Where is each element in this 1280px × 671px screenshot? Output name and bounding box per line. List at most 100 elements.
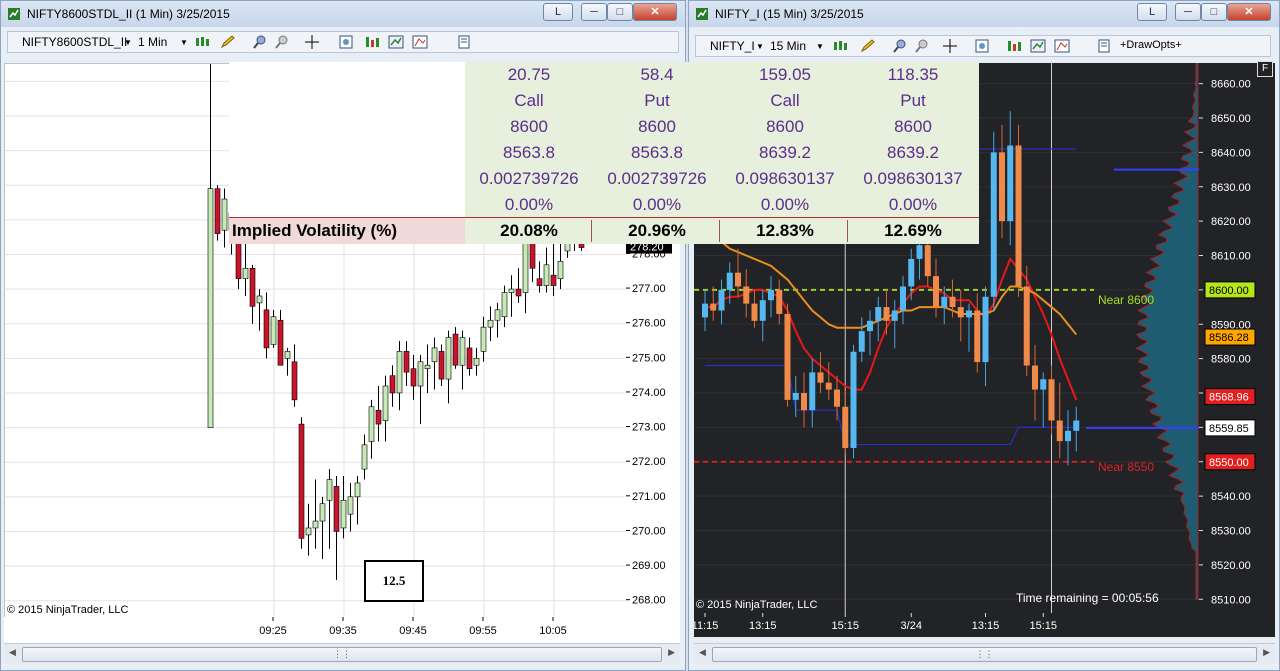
pencil-icon[interactable] xyxy=(860,39,876,53)
y-tick-label: 275.00 xyxy=(632,352,666,364)
iv-value: 20.08% xyxy=(500,221,558,240)
zoom-out-icon[interactable] xyxy=(914,39,930,53)
chevron-down-icon[interactable]: ▼ xyxy=(124,38,132,47)
zoom-in-icon[interactable] xyxy=(892,39,908,53)
left-title-bar[interactable]: NIFTY8600STDL_II (1 Min) 3/25/2015 L ─ □… xyxy=(1,1,685,27)
strategies-icon[interactable] xyxy=(388,35,404,49)
y-tick-label: 8530.00 xyxy=(1211,526,1251,538)
chevron-down-icon[interactable]: ▼ xyxy=(756,42,764,51)
x-tick-label: 13:15 xyxy=(749,620,777,632)
close-button[interactable]: ✕ xyxy=(633,3,677,21)
iv-row-label: Implied Volatility (%) xyxy=(229,218,465,244)
crosshair-icon[interactable] xyxy=(942,39,958,53)
link-button[interactable]: L xyxy=(543,3,573,21)
y-tick-label: 268.00 xyxy=(632,595,666,607)
right-horizontal-scrollbar[interactable]: ◀ ⋮⋮ ▶ xyxy=(694,643,1275,664)
zoom-out-icon[interactable] xyxy=(274,35,290,49)
interval-selector[interactable]: 15 Min xyxy=(770,39,806,53)
indicators-icon[interactable] xyxy=(364,35,380,49)
candle-body xyxy=(494,309,501,321)
instrument-selector[interactable]: NIFTY_I xyxy=(710,39,755,53)
scroll-right-icon[interactable]: ▶ xyxy=(1263,647,1270,658)
candle-body xyxy=(867,320,873,332)
candle-body xyxy=(508,288,515,293)
instrument-selector[interactable]: NIFTY8600STDL_II xyxy=(22,35,127,49)
candle-body xyxy=(536,278,543,286)
candle-body xyxy=(834,389,840,407)
chart-corner-badge[interactable]: F xyxy=(1257,61,1273,77)
maximize-button[interactable]: □ xyxy=(607,3,633,21)
candle-body xyxy=(801,393,807,411)
right-y-axis: 8510.008520.008530.008540.008550.008560.… xyxy=(1199,79,1256,606)
maximize-button[interactable]: □ xyxy=(1201,3,1227,21)
minimize-button[interactable]: ─ xyxy=(581,3,607,21)
y-tick-label: 271.00 xyxy=(632,491,666,503)
candle-body xyxy=(501,292,508,318)
candle-body xyxy=(445,337,452,380)
draw-options-button[interactable]: +DrawOpts+ xyxy=(1120,39,1182,51)
option-param-cell: 0.098630137 xyxy=(735,169,835,188)
candle-body xyxy=(759,300,766,321)
candle-body xyxy=(1048,379,1055,421)
indicators-icon[interactable] xyxy=(1006,39,1022,53)
scroll-thumb[interactable]: ⋮⋮ xyxy=(712,647,1257,662)
chart-style-icon[interactable] xyxy=(412,35,428,49)
chevron-down-icon[interactable]: ▼ xyxy=(180,38,188,47)
pencil-icon[interactable] xyxy=(220,35,236,49)
data-box-icon[interactable] xyxy=(456,35,472,49)
candle-body xyxy=(312,520,319,529)
option-param-cell: 118.35 xyxy=(887,65,939,84)
candle-body xyxy=(326,479,333,501)
scroll-left-icon[interactable]: ◀ xyxy=(699,647,706,658)
y-tick-label: 276.00 xyxy=(632,318,666,330)
data-box-icon[interactable] xyxy=(1096,39,1112,53)
scroll-left-icon[interactable]: ◀ xyxy=(9,647,16,658)
y-tick-label: 8520.00 xyxy=(1211,560,1251,572)
candle-body xyxy=(354,482,361,498)
right-time-axis[interactable]: 11:15 13:15 15:15 3/24 13:15 15:15 xyxy=(692,613,1275,637)
candle-body xyxy=(214,188,221,234)
candle-body xyxy=(361,444,368,470)
link-button[interactable]: L xyxy=(1137,3,1167,21)
bar-type-icon[interactable] xyxy=(194,35,210,49)
zoom-in-icon[interactable] xyxy=(252,35,268,49)
candle-body xyxy=(735,272,741,287)
right-price-axis[interactable]: 8510.008520.008530.008540.008550.008560.… xyxy=(1199,61,1275,613)
candle-body xyxy=(1040,379,1047,390)
candle-body xyxy=(382,385,389,421)
option-param-cell: 8600 xyxy=(638,117,676,136)
candle-body xyxy=(242,267,249,279)
option-param-cell: 8600 xyxy=(766,117,804,136)
near-lower-label: Near 8550 xyxy=(1098,460,1155,474)
left-time-axis[interactable]: 09:25 09:35 09:45 09:55 10:05 xyxy=(4,617,680,643)
candle-body xyxy=(375,409,382,425)
scroll-thumb[interactable]: ⋮⋮ xyxy=(22,647,662,662)
candle-body xyxy=(1065,430,1071,442)
price-tag-label: 8586.28 xyxy=(1209,332,1249,344)
candle-body xyxy=(319,503,326,522)
strategies-icon[interactable] xyxy=(1030,39,1046,53)
minimize-button[interactable]: ─ xyxy=(1175,3,1201,21)
candle-body xyxy=(817,372,824,383)
candle-body xyxy=(487,319,494,328)
right-window-title: NIFTY_I (15 Min) 3/25/2015 xyxy=(715,7,864,21)
x-tick-label: 09:35 xyxy=(329,625,357,637)
candle-body xyxy=(990,152,997,297)
bar-type-icon[interactable] xyxy=(832,39,848,53)
crosshair-icon[interactable] xyxy=(304,35,320,49)
candle-body xyxy=(776,289,783,314)
left-horizontal-scrollbar[interactable]: ◀ ⋮⋮ ▶ xyxy=(4,643,680,664)
right-title-bar[interactable]: NIFTY_I (15 Min) 3/25/2015 L ─ □ ✕ xyxy=(689,1,1279,27)
chevron-down-icon[interactable]: ▼ xyxy=(816,42,824,51)
option-param-cell: 8563.8 xyxy=(503,143,555,162)
chart-properties-icon[interactable] xyxy=(974,39,990,53)
chart-style-icon[interactable] xyxy=(1054,39,1070,53)
interval-selector[interactable]: 1 Min xyxy=(138,35,167,49)
text-annotation-box[interactable]: 12.5 xyxy=(364,560,424,602)
chart-properties-icon[interactable] xyxy=(338,35,354,49)
close-button[interactable]: ✕ xyxy=(1227,3,1271,21)
candle-body xyxy=(974,310,981,363)
scroll-right-icon[interactable]: ▶ xyxy=(668,647,675,658)
option-param-cell: 0.00% xyxy=(632,195,682,214)
candle-body xyxy=(221,198,228,231)
